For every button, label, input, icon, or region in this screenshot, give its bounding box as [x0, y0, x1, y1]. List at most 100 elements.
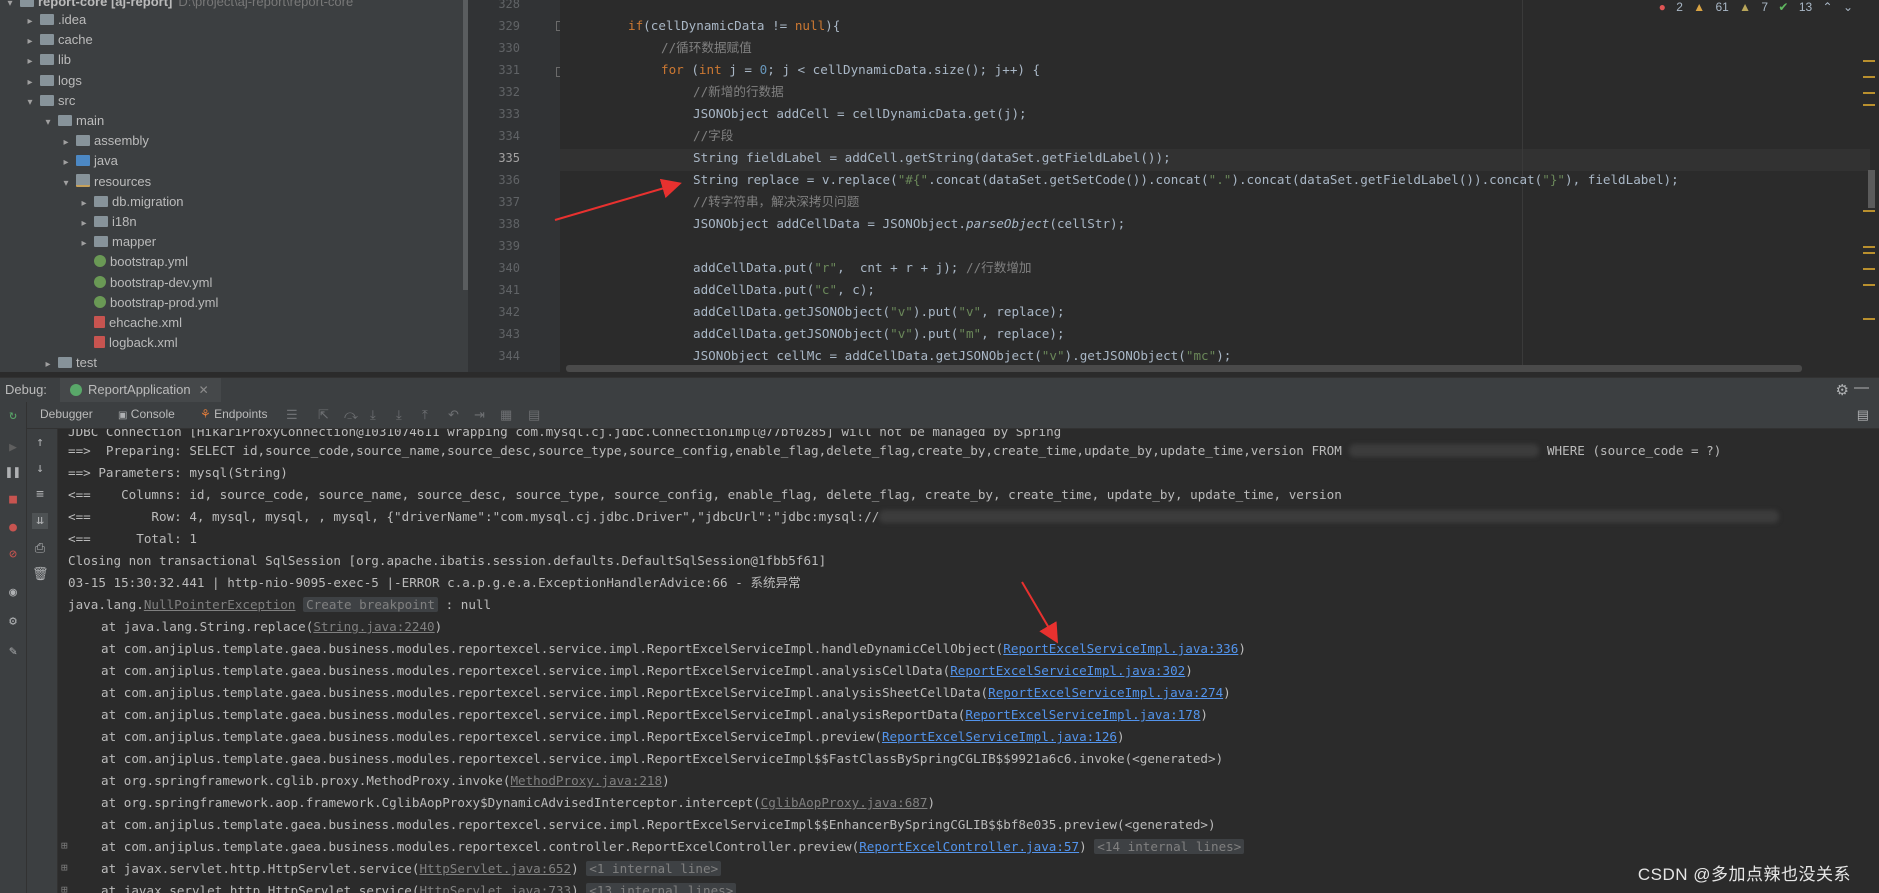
arrow-up-icon[interactable]: ↑ — [32, 435, 48, 451]
tree-item[interactable]: ▸ lib — [24, 52, 71, 72]
chevron-down-icon[interactable]: ⌄ — [1843, 0, 1853, 14]
line-number[interactable]: 334 — [468, 125, 520, 147]
chevron-right-icon[interactable]: ▸ — [24, 16, 36, 27]
tree-item[interactable]: ▸ cache — [24, 32, 92, 52]
line-number[interactable]: 341 — [468, 279, 520, 301]
line-number[interactable]: 332 — [468, 81, 520, 103]
tree-item[interactable]: bootstrap-prod.yml — [90, 295, 218, 315]
error-stripe-mark[interactable] — [1863, 210, 1875, 212]
line-number[interactable]: 336 — [468, 169, 520, 191]
error-stripe-mark[interactable] — [1863, 60, 1875, 62]
source-link[interactable]: String.java:2240 — [313, 619, 434, 634]
soft-wrap-icon[interactable]: ≡ — [32, 487, 48, 503]
exception-link[interactable]: NullPointerException — [144, 597, 296, 612]
step-out-icon[interactable]: ⤒ — [422, 407, 428, 423]
tree-item[interactable]: bootstrap.yml — [90, 254, 188, 274]
line-number[interactable]: 344 — [468, 345, 520, 367]
expand-icon[interactable]: ⊞ — [61, 861, 68, 874]
camera-icon[interactable]: ◉ — [5, 585, 21, 601]
tab-endpoints[interactable]: ⚘ Endpoints — [200, 407, 267, 421]
tree-item[interactable]: ▸ java — [60, 153, 117, 173]
trace-icon[interactable]: ▤ — [528, 407, 540, 423]
error-stripe-mark[interactable] — [1863, 268, 1875, 270]
tree-item[interactable]: ▸ .idea — [24, 12, 86, 32]
tree-item[interactable]: ▾ main — [42, 113, 104, 133]
minimize-icon[interactable]: — — [1854, 379, 1869, 396]
chevron-down-icon[interactable]: ▾ — [4, 0, 16, 9]
editor-horizontal-scrollbar[interactable] — [566, 365, 1802, 372]
tab-console[interactable]: ▣ Console — [118, 407, 175, 421]
stop-icon[interactable]: ■ — [5, 492, 21, 508]
code-editor[interactable]: if(cellDynamicData != null){ //循环数据赋值 fo… — [560, 0, 1879, 372]
chevron-down-icon[interactable]: ▾ — [24, 97, 36, 108]
arrow-down-icon[interactable]: ↓ — [32, 461, 48, 477]
pause-icon[interactable]: ❚❚ — [5, 465, 21, 481]
tree-item[interactable]: ▸ mapper — [78, 234, 156, 254]
error-stripe-mark[interactable] — [1863, 284, 1875, 286]
line-number[interactable]: 331 — [468, 59, 520, 81]
line-number[interactable]: 328 — [468, 0, 520, 15]
expand-icon[interactable]: ⊞ — [61, 839, 68, 852]
show-execution-point-icon[interactable]: ⇱ — [318, 407, 329, 423]
internal-lines-badge[interactable]: <13 internal lines> — [586, 883, 737, 893]
chevron-down-icon[interactable]: ▾ — [42, 117, 54, 128]
source-link[interactable]: ReportExcelServiceImpl.java:302 — [950, 663, 1185, 678]
line-number[interactable]: 333 — [468, 103, 520, 125]
source-link[interactable]: MethodProxy.java:218 — [510, 773, 662, 788]
tree-item[interactable]: ▾ src — [24, 93, 75, 113]
chevron-right-icon[interactable]: ▸ — [60, 137, 72, 148]
source-link[interactable]: ReportExcelServiceImpl.java:178 — [965, 707, 1200, 722]
chevron-up-icon[interactable]: ⌃ — [1823, 0, 1833, 14]
line-number[interactable]: 343 — [468, 323, 520, 345]
view-breakpoints-icon[interactable]: ● — [5, 520, 21, 536]
tree-item[interactable]: ehcache.xml — [90, 315, 182, 335]
close-icon[interactable]: ✕ — [199, 383, 209, 397]
layout-icon[interactable]: ▤ — [1857, 407, 1869, 423]
error-stripe-mark[interactable] — [1863, 76, 1875, 78]
chevron-right-icon[interactable]: ▸ — [78, 218, 90, 229]
rerun-icon[interactable]: ↻ — [5, 408, 21, 424]
internal-lines-badge[interactable]: <14 internal lines> — [1094, 839, 1245, 854]
line-number[interactable]: 329 — [468, 15, 520, 37]
source-link[interactable]: CglibAopProxy.java:687 — [761, 795, 928, 810]
source-link[interactable]: ReportExcelController.java:57 — [859, 839, 1079, 854]
trash-icon[interactable]: 🗑 — [32, 567, 49, 583]
chevron-right-icon[interactable]: ▸ — [24, 56, 36, 67]
source-link[interactable]: ReportExcelServiceImpl.java:274 — [988, 685, 1223, 700]
tree-item[interactable]: ▸ db.migration — [78, 194, 183, 214]
error-stripe-mark[interactable] — [1863, 92, 1875, 94]
error-stripe-mark[interactable] — [1863, 104, 1875, 106]
debug-config-tab[interactable]: ReportApplication ✕ — [60, 378, 221, 405]
internal-lines-badge[interactable]: <1 internal line> — [586, 861, 722, 876]
line-number[interactable]: 338 — [468, 213, 520, 235]
tree-item[interactable]: ▸ logs — [24, 73, 81, 93]
tab-debugger[interactable]: Debugger — [40, 407, 93, 421]
run-to-cursor-icon[interactable]: ⇥ — [474, 407, 485, 423]
chevron-right-icon[interactable]: ▸ — [24, 36, 36, 47]
tree-item[interactable]: ▸ test — [42, 355, 96, 372]
chevron-right-icon[interactable]: ▸ — [78, 198, 90, 209]
line-number[interactable]: 337 — [468, 191, 520, 213]
resume-icon[interactable]: ▶ — [5, 440, 21, 456]
chevron-down-icon[interactable]: ▾ — [60, 178, 72, 189]
line-number[interactable]: 339 — [468, 235, 520, 257]
mute-breakpoints-icon[interactable]: ⊘ — [5, 547, 21, 563]
chevron-right-icon[interactable]: ▸ — [42, 359, 54, 370]
print-icon[interactable]: ⎙ — [32, 541, 48, 557]
error-stripe-mark[interactable] — [1863, 318, 1875, 320]
source-link[interactable]: ReportExcelServiceImpl.java:336 — [1003, 641, 1238, 656]
gear-icon[interactable]: ⚙ — [1836, 381, 1849, 399]
error-stripe-mark[interactable] — [1863, 246, 1875, 248]
create-breakpoint-button[interactable]: Create breakpoint — [303, 597, 438, 612]
step-into-icon[interactable]: ⤓ — [370, 407, 376, 423]
source-link[interactable]: ReportExcelServiceImpl.java:126 — [882, 729, 1117, 744]
step-over-icon[interactable]: ⤼ — [344, 407, 358, 423]
inspection-widget[interactable]: ● 2 ▲ 61 ▲ 7 ✔ 13 ⌃ ⌄ — [1652, 0, 1853, 14]
pin-icon[interactable]: ✎ — [5, 644, 21, 660]
line-number[interactable]: 340 — [468, 257, 520, 279]
editor-vertical-scrollbar[interactable] — [1868, 170, 1875, 208]
tree-item[interactable]: logback.xml — [90, 335, 178, 355]
line-number[interactable]: 335 — [468, 147, 520, 169]
tree-item[interactable]: ▸ assembly — [60, 133, 148, 153]
scroll-to-end-icon[interactable]: ⇊ — [32, 513, 48, 529]
